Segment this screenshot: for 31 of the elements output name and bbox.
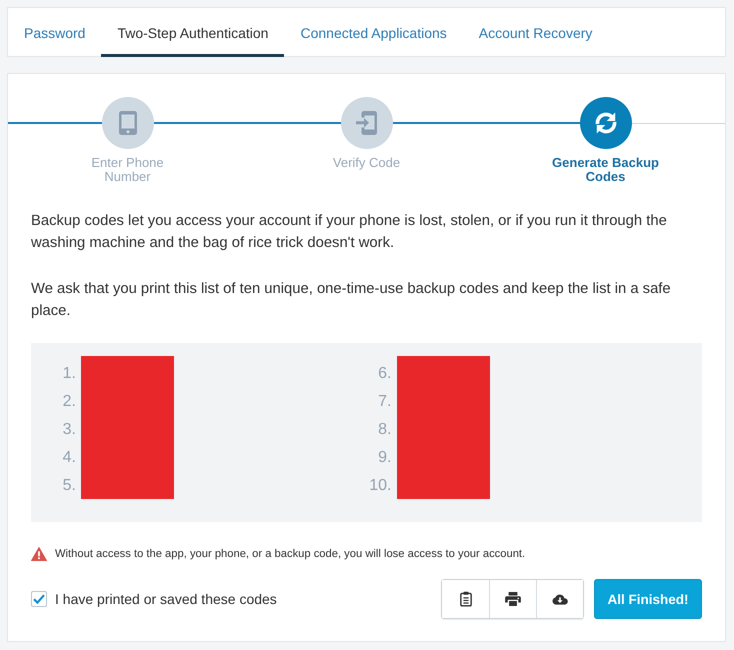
tab[interactable]: Account Recovery [462,8,608,57]
clipboard-icon [460,591,472,607]
clipboard-button[interactable] [442,580,489,618]
checkmark-icon [33,594,45,604]
code-number: 4. [62,448,76,468]
step-label: Verify Code [332,156,400,170]
code-number: 6. [378,364,392,384]
all-finished-button[interactable]: All Finished! [594,579,702,619]
tab[interactable]: Password [8,8,102,57]
cloud-download-icon [552,592,568,606]
print-button[interactable] [489,580,536,618]
code-number: 9. [378,448,392,468]
printer-icon [505,592,521,606]
code-number: 7. [378,392,392,412]
tab[interactable]: Connected Applications [284,8,463,57]
warning-text: Without access to the app, your phone, or a backup code, you will lose access to your account. [55,547,526,562]
checkbox-label: I have printed or saved these codes [55,591,277,607]
intro-paragraph: Backup codes let you access your account if your phone is lost, stolen, or if you run it through the washing machine and the bag of rice trick doesn't work. [31,212,668,253]
intro-paragraph: We ask that you print this list of ten unique, one-time-use backup codes and keep the list in a safe place. [31,280,672,321]
code-number: 10. [369,476,392,496]
step-label: Enter Phone Number [90,156,165,184]
code-number: 2. [62,392,76,412]
code-number: 1. [62,364,76,384]
step-label: Generate Backup Codes [551,156,660,184]
warning-icon [31,547,47,561]
code-number: 3. [62,420,76,440]
code-number: 8. [378,420,392,440]
tab[interactable]: Two-Step Authentication [101,8,284,57]
checkbox[interactable] [31,591,47,607]
code-number: 5. [62,476,76,496]
download-button[interactable] [536,580,583,618]
